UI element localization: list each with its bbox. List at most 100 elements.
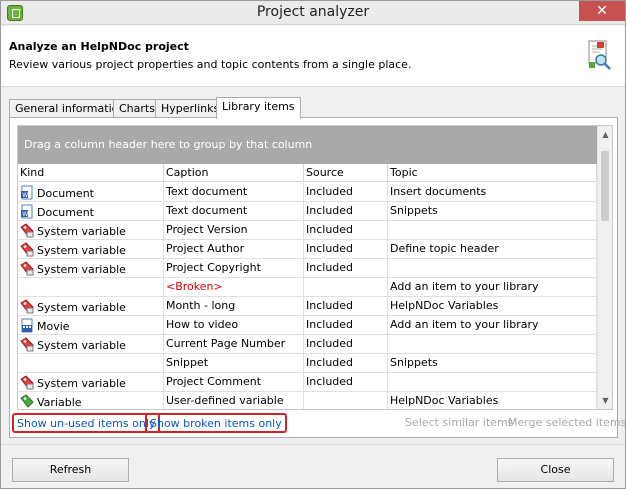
cell-caption-text: Project Author <box>166 242 245 255</box>
cell-caption-text: Project Copyright <box>166 261 261 274</box>
table-row[interactable]: System variable Project Comment Included <box>18 373 597 392</box>
table-row[interactable]: System variable Current Page Number Includ… <box>18 335 597 354</box>
movie-icon <box>20 318 34 333</box>
scrollbar-thumb[interactable] <box>601 151 609 221</box>
cell-topic <box>388 259 597 278</box>
cell-caption: <Broken> <box>164 278 304 297</box>
cell-source-text: Included <box>306 337 354 350</box>
cell-topic-text: Insert documents <box>390 185 487 198</box>
cell-caption: Project Comment <box>164 373 304 392</box>
title-bar: Project analyzer ✕ <box>1 1 625 25</box>
cell-source: Included <box>304 221 388 240</box>
cell-caption: User-defined variable <box>164 392 304 409</box>
column-header-topic[interactable]: Topic <box>388 164 597 182</box>
tab-charts[interactable]: Charts <box>113 99 161 118</box>
vertical-scrollbar[interactable]: ▲ ▼ <box>597 126 612 409</box>
cell-source-text: Included <box>306 356 354 369</box>
cell-topic-text: Add an item to your library <box>390 318 539 331</box>
tab-library-items[interactable]: Library items <box>216 97 301 119</box>
cell-source-text: Included <box>306 204 354 217</box>
cell-kind: System variable <box>18 373 164 392</box>
cell-kind-text: System variable <box>37 225 126 238</box>
table-row[interactable]: System variable Project Version Included <box>18 221 597 240</box>
cell-source-text: Included <box>306 299 354 312</box>
system-variable-icon <box>20 261 34 276</box>
cell-kind-text: System variable <box>37 263 126 276</box>
table-row[interactable]: Snippet Included Snippets <box>18 354 597 373</box>
cell-caption: Current Page Number <box>164 335 304 354</box>
cell-source-text: Included <box>306 242 354 255</box>
scroll-up-arrow-icon[interactable]: ▲ <box>598 126 612 143</box>
cell-caption-text: User-defined variable <box>166 394 284 407</box>
empty-icon-slot <box>20 356 34 371</box>
cell-source-text: Included <box>306 261 354 274</box>
analyze-document-icon <box>588 40 611 70</box>
cell-source-text: Included <box>306 318 354 331</box>
column-header-caption[interactable]: Caption <box>164 164 304 182</box>
table-row[interactable]: W Document Text document Included Insert doc… <box>18 183 597 202</box>
table-row[interactable]: System variable Project Author Included Def… <box>18 240 597 259</box>
cell-source: Included <box>304 202 388 221</box>
cell-topic: Snippets <box>388 354 597 373</box>
cell-topic <box>388 373 597 392</box>
cell-source: Included <box>304 316 388 335</box>
tab-hyperlinks[interactable]: Hyperlinks <box>155 99 226 118</box>
cell-source-text: Included <box>306 375 354 388</box>
cell-kind: System variable <box>18 335 164 354</box>
table-row[interactable]: Movie How to video Included Add an item to … <box>18 316 597 335</box>
system-variable-icon <box>20 223 34 238</box>
svg-text:W: W <box>22 211 28 218</box>
cell-kind: System variable <box>18 240 164 259</box>
cell-source: Included <box>304 183 388 202</box>
table-row[interactable]: Variable User-defined variable HelpNDoc Va… <box>18 392 597 409</box>
show-broken-items-button[interactable]: Show broken items only <box>145 413 287 433</box>
cell-kind-text: System variable <box>37 377 126 390</box>
header-panel: Analyze an HelpNDoc project Review vario… <box>1 26 625 87</box>
table-row[interactable]: System variable Month - long Included HelpN… <box>18 297 597 316</box>
variable-icon <box>20 394 34 409</box>
cell-topic: Define topic header <box>388 240 597 259</box>
cell-caption: Text document <box>164 202 304 221</box>
cell-kind: W Document <box>18 202 164 221</box>
table-row[interactable]: <Broken> Add an item to your library <box>18 278 597 297</box>
close-button[interactable]: Close <box>497 458 614 482</box>
table-row[interactable]: System variable Project Copyright Included <box>18 259 597 278</box>
refresh-button[interactable]: Refresh <box>12 458 129 482</box>
cell-kind-text: Document <box>37 206 94 219</box>
cell-caption: Month - long <box>164 297 304 316</box>
column-header-kind[interactable]: Kind <box>18 164 164 182</box>
table-row[interactable]: W Document Text document Included Snippets <box>18 202 597 221</box>
cell-kind: W Document <box>18 183 164 202</box>
cell-source-text: Included <box>306 223 354 236</box>
cell-caption-text: <Broken> <box>166 280 223 293</box>
header-subtitle: Review various project properties and to… <box>9 58 412 71</box>
document-icon: W <box>20 185 34 200</box>
select-similar-items-button[interactable]: Select similar items <box>405 416 513 429</box>
cell-source <box>304 278 388 297</box>
cell-topic: Add an item to your library <box>388 316 597 335</box>
column-header-source[interactable]: Source <box>304 164 388 182</box>
empty-icon-slot <box>20 280 34 295</box>
group-by-area[interactable]: Drag a column header here to group by th… <box>18 126 597 164</box>
cell-kind: Movie <box>18 316 164 335</box>
cell-topic-text: Add an item to your library <box>390 280 539 293</box>
cell-kind: System variable <box>18 259 164 278</box>
cell-topic-text: Snippets <box>390 204 438 217</box>
scroll-down-arrow-icon[interactable]: ▼ <box>598 392 612 409</box>
cell-kind <box>18 278 164 297</box>
cell-source: Included <box>304 335 388 354</box>
cell-topic-text: HelpNDoc Variables <box>390 299 499 312</box>
cell-topic-text: Define topic header <box>390 242 499 255</box>
merge-selected-items-button[interactable]: Merge selected items <box>508 416 626 429</box>
cell-source-text: Included <box>306 185 354 198</box>
show-unused-items-button[interactable]: Show un-used items only <box>12 413 161 433</box>
cell-kind: System variable <box>18 221 164 240</box>
cell-source: Included <box>304 240 388 259</box>
cell-topic <box>388 221 597 240</box>
system-variable-icon <box>20 299 34 314</box>
cell-caption-text: Text document <box>166 204 248 217</box>
cell-kind: System variable <box>18 297 164 316</box>
window-title: Project analyzer <box>256 4 370 20</box>
window-close-button[interactable]: ✕ <box>579 1 625 21</box>
cell-source: Included <box>304 373 388 392</box>
